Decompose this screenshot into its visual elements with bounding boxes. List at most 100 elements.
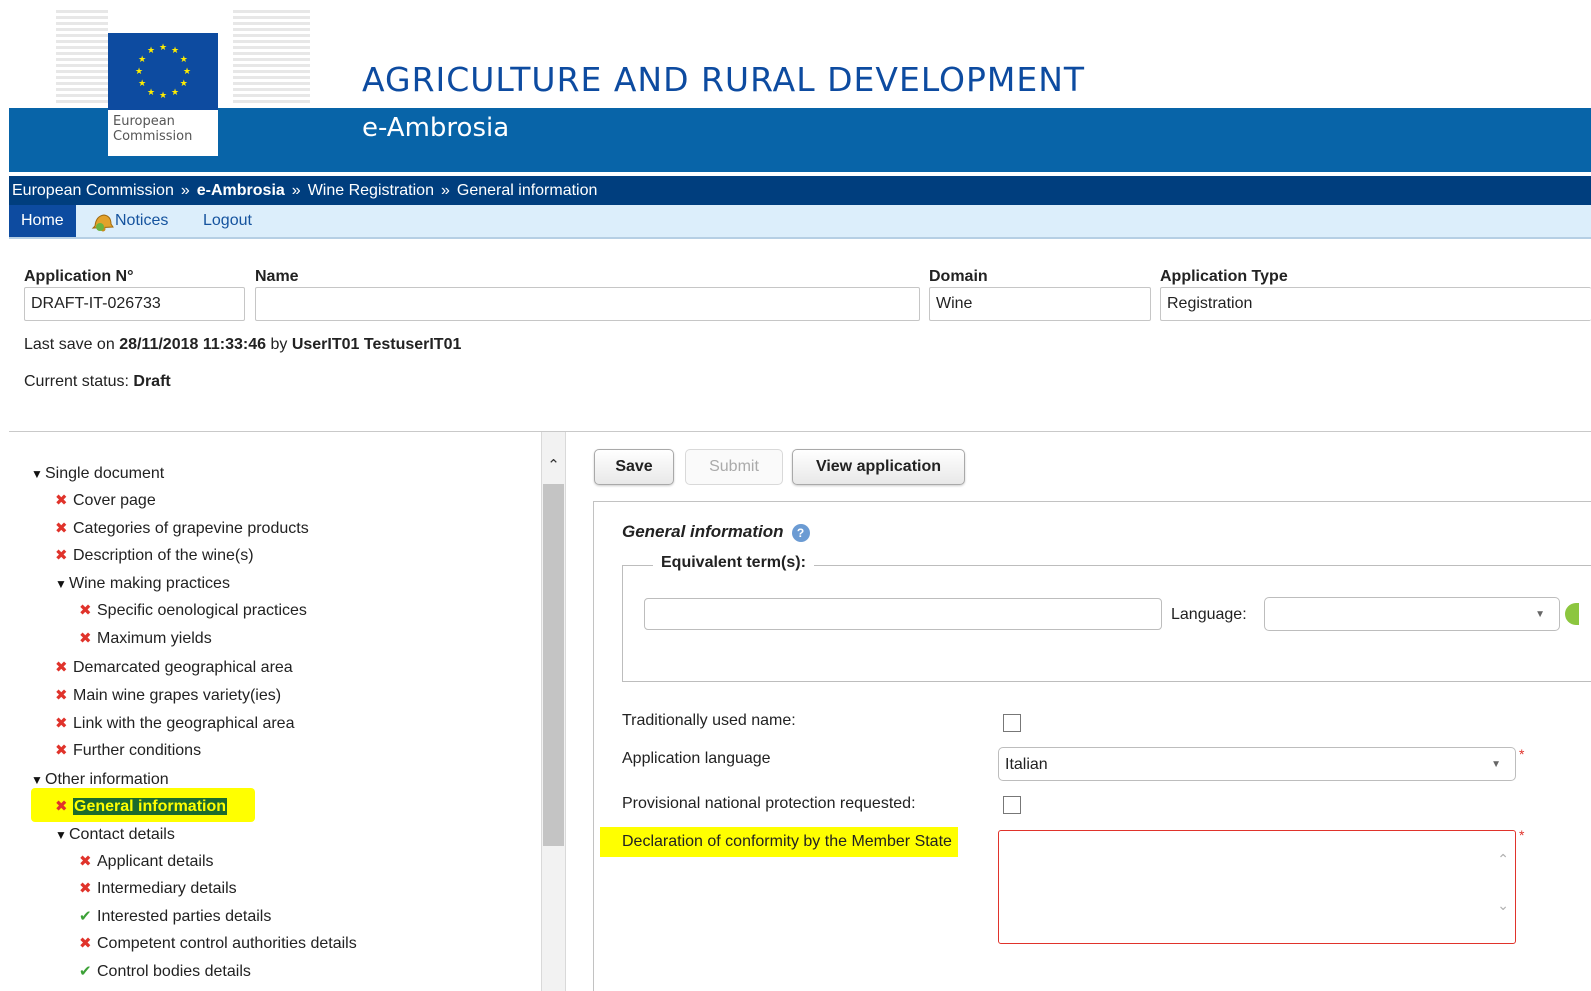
save-button[interactable]: Save	[594, 449, 674, 485]
eu-star-icon: ★	[159, 42, 167, 52]
menu-notices[interactable]: Notices	[91, 205, 168, 237]
error-cross-icon: ✖	[79, 935, 92, 952]
menu-home[interactable]: Home	[9, 205, 76, 237]
application-number-field: DRAFT-IT-026733	[24, 287, 245, 321]
expand-triangle-icon: ▼	[55, 577, 67, 591]
eu-stars-icon: ★ ★★★★★★★★★★★	[135, 42, 191, 100]
name-field	[255, 287, 920, 321]
tree-folder[interactable]: ▼ Wine making practices	[55, 572, 230, 596]
help-icon[interactable]: ?	[791, 523, 810, 542]
tree-item[interactable]: ✖ Further conditions	[55, 739, 201, 763]
breadcrumb-separator: »	[440, 182, 450, 199]
view-application-button[interactable]: View application	[792, 449, 965, 485]
tree-item[interactable]: ✖ Categories of grapevine products	[55, 517, 309, 541]
tree-folder[interactable]: ▼ Contact details	[55, 823, 175, 847]
breadcrumb-separator: »	[291, 182, 301, 199]
tree-item[interactable]: ✖ Description of the wine(s)	[55, 544, 254, 568]
submit-button[interactable]: Submit	[685, 449, 783, 485]
tree-item[interactable]: ✖ Maximum yields	[79, 627, 212, 651]
tree-folder[interactable]: ▼ Single document	[31, 462, 164, 486]
eu-flag-logo[interactable]: ★ ★ ★ ★ ★ ★ ★ ★ ★ ★ ★ ★	[108, 33, 218, 110]
tree-item-label: Main wine grapes variety(ies)	[73, 687, 282, 704]
tree-item-label: Single document	[45, 465, 165, 482]
scroll-up-arrow-icon[interactable]: ⌃	[542, 454, 565, 478]
scroll-thumb[interactable]	[543, 484, 564, 846]
tree-item[interactable]: ✖ Specific oenological practices	[79, 599, 307, 623]
tree-item-label: Applicant details	[97, 853, 214, 870]
tree-item[interactable]: ✖ Applicant details	[79, 850, 214, 874]
menu-notices-label: Notices	[115, 212, 169, 229]
tree-item[interactable]: ✖ General information	[55, 795, 228, 819]
tree-item-label: Interested parties details	[97, 908, 272, 925]
error-cross-icon: ✖	[79, 880, 92, 897]
last-save-user: UserIT01 TestuserIT01	[291, 336, 462, 353]
checkmark-icon: ✔	[79, 963, 92, 980]
eu-star-icon: ★	[183, 66, 191, 76]
expand-triangle-icon: ▼	[31, 467, 43, 481]
navigation-tree: ▼ Single document ✖ Cover page ✖ Categories o…	[9, 432, 541, 991]
eu-star-icon: ★	[171, 87, 179, 97]
required-marker: *	[1519, 827, 1525, 843]
tree-folder[interactable]: ▼ Other information	[31, 768, 169, 792]
tree-item[interactable]: ✔ Control bodies details	[79, 960, 251, 984]
tree-item[interactable]: ✖ Competent control authorities details	[79, 932, 357, 956]
eu-star-icon: ★	[135, 66, 143, 76]
tree-item-label: Contact details	[69, 826, 175, 843]
tree-item-label: Intermediary details	[97, 880, 237, 897]
application-info: Application N° DRAFT-IT-026733 Name Doma…	[0, 262, 1591, 402]
declaration-textarea[interactable]: ⌃ ⌄	[998, 830, 1516, 944]
status-value: Draft	[133, 373, 171, 390]
logo-decoration	[56, 10, 108, 106]
provisional-protection-label: Provisional national protection requeste…	[622, 795, 916, 812]
application-type-label: Application Type	[1160, 268, 1288, 285]
language-label: Language:	[1171, 606, 1247, 623]
breadcrumb-item[interactable]: Wine Registration	[308, 182, 434, 199]
chevron-down-icon: ▼	[1491, 759, 1501, 770]
site-title: AGRICULTURE AND RURAL DEVELOPMENT	[362, 60, 1086, 99]
menu-logout[interactable]: Logout	[203, 205, 252, 237]
tree-item[interactable]: ✖ Intermediary details	[79, 877, 237, 901]
traditional-name-checkbox[interactable]	[1003, 714, 1021, 732]
error-cross-icon: ✖	[79, 853, 92, 870]
tree-item[interactable]: ✖ Main wine grapes variety(ies)	[55, 684, 281, 708]
error-cross-icon: ✖	[55, 687, 68, 704]
breadcrumb-item[interactable]: European Commission	[12, 182, 174, 199]
tree-item-label: Maximum yields	[97, 630, 212, 647]
tree-item-label: Competent control authorities details	[97, 935, 357, 952]
language-select[interactable]: ▼	[1264, 597, 1560, 631]
tree-item-label: Specific oenological practices	[97, 602, 307, 619]
error-cross-icon: ✖	[55, 798, 68, 815]
tree-item[interactable]: ✖ Link with the geographical area	[55, 712, 294, 736]
expand-triangle-icon: ▼	[55, 828, 67, 842]
bell-icon	[91, 210, 115, 232]
tree-item-label: Other information	[45, 771, 169, 788]
error-cross-icon: ✖	[55, 492, 68, 509]
chevron-up-icon[interactable]: ⌃	[1497, 851, 1509, 868]
provisional-protection-checkbox[interactable]	[1003, 796, 1021, 814]
chevron-down-icon[interactable]: ⌄	[1497, 897, 1509, 914]
breadcrumb-item-current: General information	[456, 182, 598, 199]
tree-item[interactable]: ✔ Interested parties details	[79, 905, 271, 929]
domain-field: Wine	[929, 287, 1151, 321]
required-marker: *	[1519, 746, 1525, 762]
last-save-datetime: 28/11/2018 11:33:46	[119, 336, 266, 353]
eu-star-icon: ★	[138, 54, 146, 64]
tree-item-label: Description of the wine(s)	[73, 547, 254, 564]
tree-item-label: Cover page	[73, 492, 156, 509]
equivalent-terms-legend: Equivalent term(s):	[653, 554, 814, 572]
add-term-icon[interactable]	[1565, 603, 1579, 625]
tree-item[interactable]: ✖ Demarcated geographical area	[55, 656, 293, 680]
tree-scrollbar[interactable]: ⌃	[541, 432, 566, 991]
eu-star-icon: ★	[171, 45, 179, 55]
application-language-select[interactable]: Italian ▼	[998, 747, 1516, 781]
tree-item-label: General information	[73, 798, 228, 815]
breadcrumb-item[interactable]: e-Ambrosia	[197, 182, 285, 199]
logo-decoration	[233, 10, 310, 106]
tree-item[interactable]: ✖ Cover page	[55, 489, 156, 513]
equivalent-term-input[interactable]	[644, 598, 1162, 630]
application-type-field: Registration	[1160, 287, 1591, 321]
tree-item-label: Demarcated geographical area	[73, 659, 293, 676]
site-subtitle: e-Ambrosia	[362, 113, 510, 143]
eu-star-icon: ★	[138, 78, 146, 88]
eu-star-icon: ★	[180, 78, 188, 88]
